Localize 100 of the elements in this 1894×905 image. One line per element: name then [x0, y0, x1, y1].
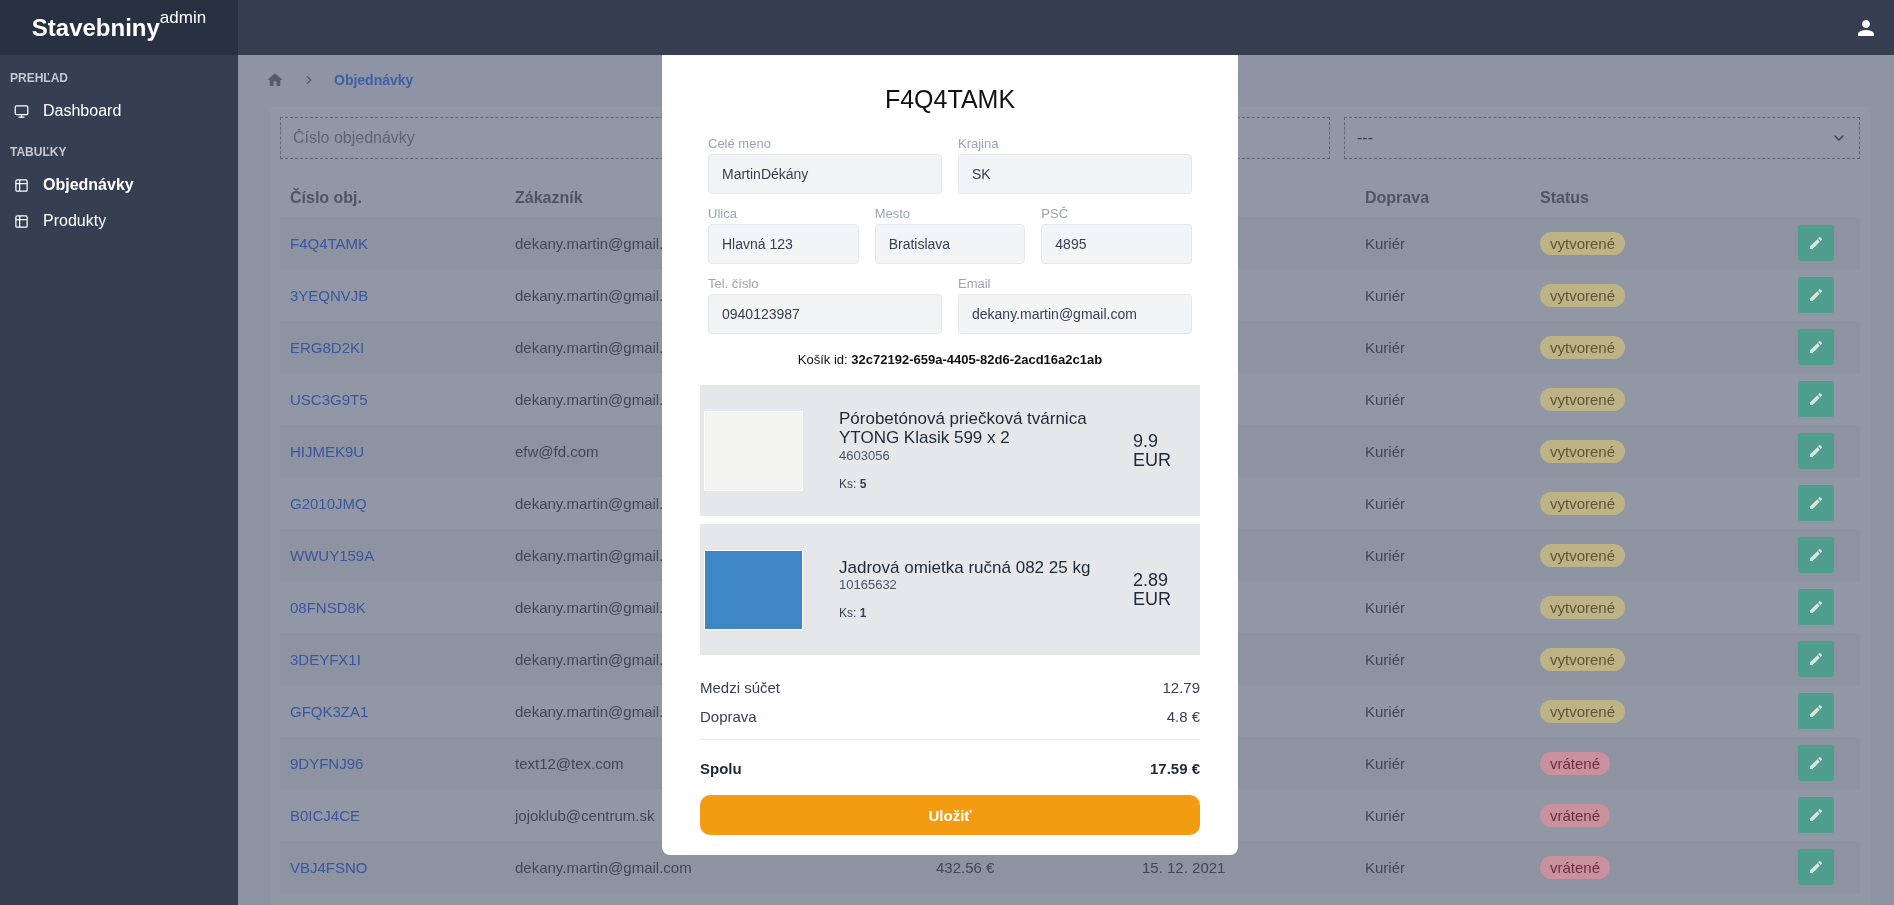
table-cell: Kuriér — [1365, 390, 1405, 408]
table-cell: Kuriér — [1365, 494, 1405, 512]
order-link[interactable]: VBJ4FSNO — [290, 858, 368, 876]
pencil-icon — [1808, 547, 1824, 563]
table-cell: Kuriér — [1365, 858, 1405, 876]
edit-button[interactable] — [1798, 537, 1834, 573]
status-badge: vytvorené — [1540, 647, 1626, 671]
pencil-icon — [1808, 495, 1824, 511]
product-code: 4603056 — [839, 447, 891, 463]
table-cell: dekany.martin@gmail. — [515, 338, 664, 356]
edit-button[interactable] — [1798, 225, 1834, 261]
status-badge: vytvorené — [1540, 387, 1626, 411]
table-cell: dekany.martin@gmail. — [515, 702, 664, 720]
product-code: 10165632 — [839, 577, 898, 593]
breadcrumb-current: Objednávky — [334, 72, 414, 88]
order-link[interactable]: GFQK3ZA1 — [290, 702, 369, 720]
pencil-icon — [1808, 599, 1824, 615]
order-link[interactable]: 9DYFNJ96 — [290, 754, 364, 772]
table-icon — [14, 213, 29, 229]
order-link[interactable]: WWUY159A — [290, 546, 375, 564]
input-field[interactable]: Bratislava — [874, 224, 1026, 264]
table-cell: Kuriér — [1365, 234, 1405, 252]
status-badge: vytvorené — [1540, 231, 1626, 255]
product-quantity: Ks: 1 — [839, 606, 868, 621]
input-field[interactable]: SK — [958, 154, 1192, 194]
table-cell: Kuriér — [1365, 546, 1405, 564]
pencil-icon — [1808, 235, 1824, 251]
edit-button[interactable] — [1798, 745, 1834, 781]
status-select[interactable]: --- — [1344, 117, 1860, 159]
summary-value: 4.8 € — [1166, 708, 1200, 725]
order-link[interactable]: 08FNSD8K — [290, 598, 366, 616]
save-button[interactable]: Uložiť — [700, 795, 1200, 835]
order-link[interactable]: B0ICJ4CE — [290, 806, 361, 824]
field-label: Ulica — [708, 206, 738, 221]
order-link[interactable]: ERG8D2KI — [290, 338, 365, 356]
sidebar-section-title: PREHĽAD — [9, 70, 69, 87]
home-icon[interactable] — [266, 71, 284, 89]
order-link[interactable]: 3DEYFX1I — [290, 650, 361, 668]
pencil-icon — [1808, 391, 1824, 407]
edit-button[interactable] — [1798, 433, 1834, 469]
edit-button[interactable] — [1798, 277, 1834, 313]
field-label: Email — [958, 276, 992, 291]
table-cell: Kuriér — [1365, 286, 1405, 304]
pencil-icon — [1808, 651, 1824, 667]
input-field[interactable]: MartinDékány — [708, 154, 942, 194]
edit-button[interactable] — [1798, 693, 1834, 729]
table-cell: dekany.martin@gmail. — [515, 546, 664, 564]
cart-id: Košík id: 32c72192-659a-4405-82d6-2acd16a2c1ab — [796, 352, 1104, 367]
table-cell: Kuriér — [1365, 702, 1405, 720]
field-label: Tel. číslo — [708, 276, 760, 291]
product-price: 9.9 EUR — [1133, 431, 1172, 470]
table-cell: 432.56 € — [936, 858, 995, 876]
status-badge: vytvorené — [1540, 491, 1626, 515]
edit-button[interactable] — [1798, 381, 1834, 417]
total-label: Spolu — [700, 760, 742, 777]
summary-label: Doprava — [700, 708, 757, 725]
input-field[interactable]: 0940123987 — [708, 294, 942, 334]
edit-button[interactable] — [1798, 641, 1834, 677]
table-cell: dekany.martin@gmail. — [515, 598, 664, 616]
sidebar-item[interactable]: Produkty — [0, 203, 238, 239]
sidebar-item[interactable]: Objednávky — [0, 167, 238, 203]
status-badge: vytvorené — [1540, 543, 1626, 567]
product-quantity: Ks: 5 — [839, 476, 868, 491]
pencil-icon — [1808, 443, 1824, 459]
column-header: Zákazník — [515, 189, 583, 207]
sidebar-section-title: TABUĽKY — [9, 144, 68, 161]
table-icon — [14, 177, 29, 193]
field-label: Celé meno — [708, 136, 772, 151]
order-link[interactable]: USC3G9T5 — [290, 390, 368, 408]
status-badge: vytvorené — [1540, 439, 1626, 463]
order-link[interactable]: F4Q4TAMK — [290, 234, 369, 252]
summary-value: 12.79 — [1162, 679, 1200, 696]
table-cell: Kuriér — [1365, 338, 1405, 356]
table-cell: Kuriér — [1365, 598, 1405, 616]
edit-button[interactable] — [1798, 485, 1834, 521]
sidebar-item[interactable]: Dashboard — [0, 93, 238, 129]
pencil-icon — [1808, 339, 1824, 355]
column-header: Doprava — [1365, 189, 1430, 207]
edit-button[interactable] — [1798, 849, 1834, 885]
table-cell: text12@tex.com — [515, 754, 624, 772]
product-price: 2.89 EUR — [1133, 570, 1172, 609]
table-cell: Kuriér — [1365, 806, 1405, 824]
edit-button[interactable] — [1798, 797, 1834, 833]
table-cell: dekany.martin@gmail. — [515, 390, 664, 408]
field-label: Krajina — [958, 136, 1000, 151]
input-field[interactable]: 4895 — [1041, 224, 1192, 264]
order-link[interactable]: G2010JMQ — [290, 494, 367, 512]
input-field[interactable]: Hlavná 123 — [708, 224, 859, 264]
order-link[interactable]: 3YEQNVJB — [290, 286, 369, 304]
input-field[interactable]: dekany.martin@gmail.com — [958, 294, 1192, 334]
status-badge: vrátené — [1540, 855, 1611, 879]
field-label: PSČ — [1041, 206, 1070, 221]
edit-button[interactable] — [1798, 589, 1834, 625]
table-cell: dekany.martin@gmail.com — [515, 858, 692, 876]
order-link[interactable]: HIJMEK9U — [290, 442, 365, 460]
status-badge: vytvorené — [1540, 595, 1626, 619]
table-cell: dekany.martin@gmail. — [515, 234, 664, 252]
edit-button[interactable] — [1798, 329, 1834, 365]
table-cell: efw@fd.com — [515, 442, 599, 460]
status-badge: vytvorené — [1540, 335, 1626, 359]
